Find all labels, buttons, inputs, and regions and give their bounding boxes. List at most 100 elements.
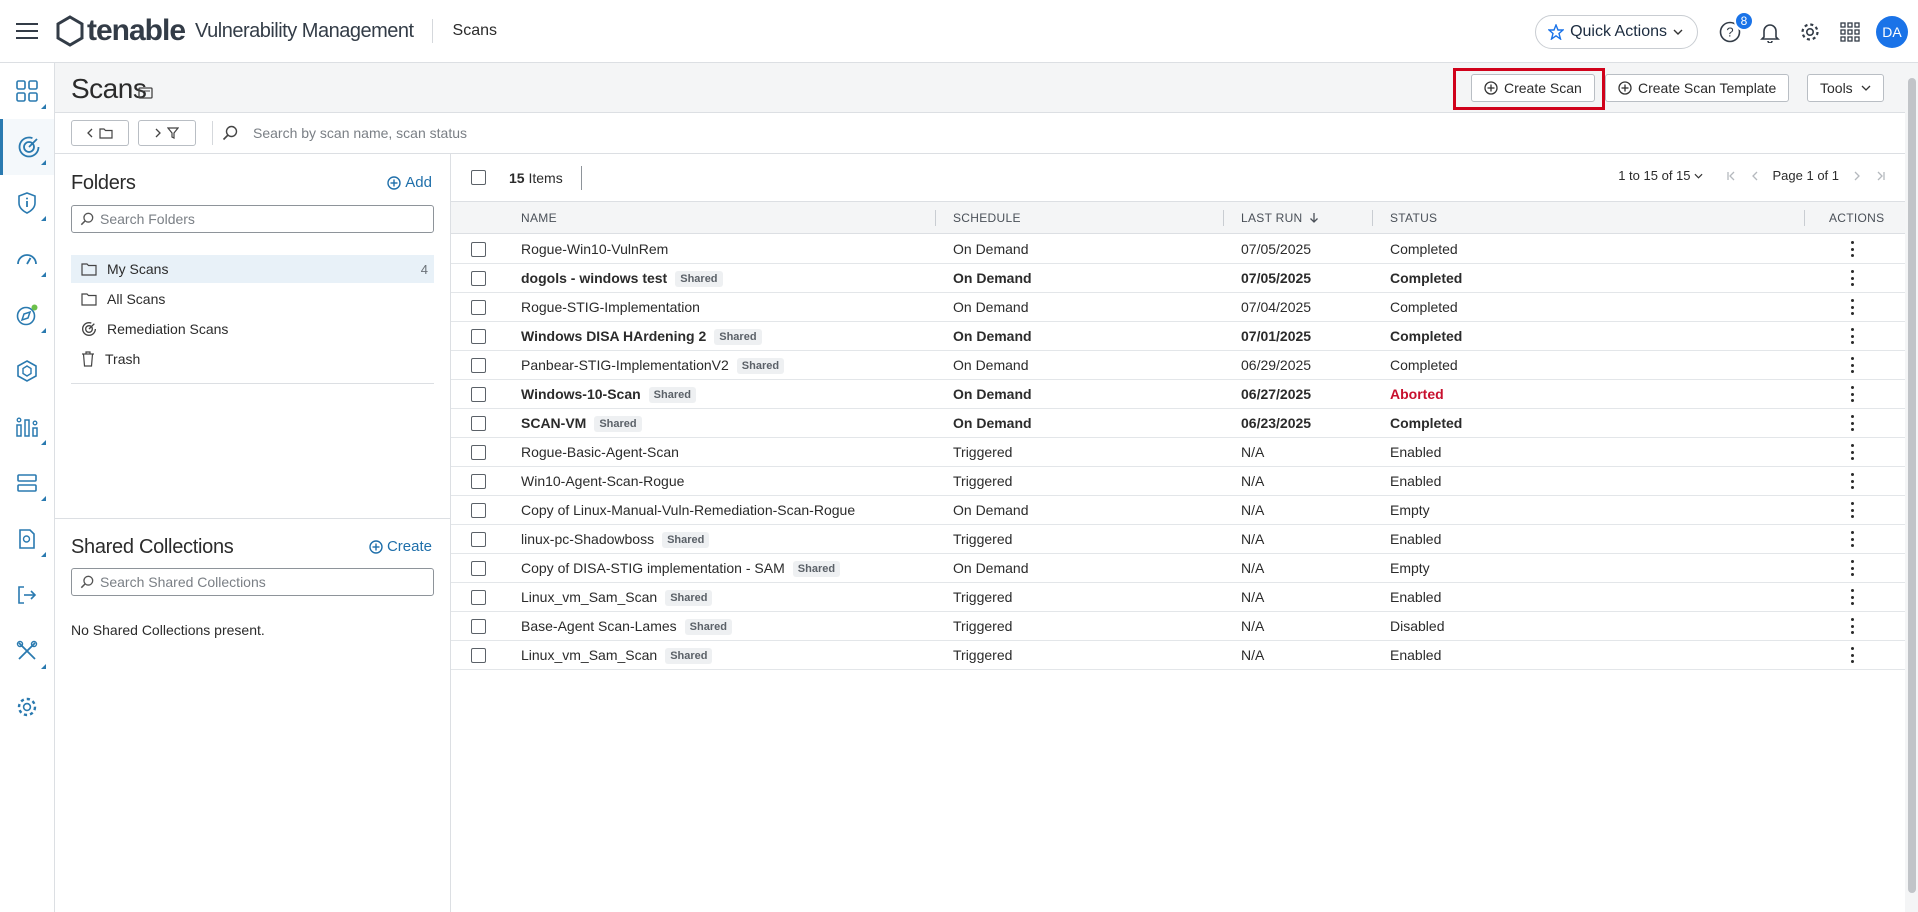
scan-name-cell[interactable]: Windows DISA HArdening 2 Shared — [521, 328, 762, 345]
row-actions-icon[interactable] — [1851, 328, 1855, 344]
row-checkbox[interactable] — [471, 648, 486, 663]
row-checkbox[interactable] — [471, 590, 486, 605]
row-actions-icon[interactable] — [1851, 618, 1855, 634]
create-scan-template-button[interactable]: Create Scan Template — [1605, 74, 1790, 102]
table-row[interactable]: linux-pc-Shadowboss Shared Triggered N/A Ena… — [451, 525, 1905, 554]
row-actions-icon[interactable] — [1851, 473, 1855, 489]
row-actions-icon[interactable] — [1851, 386, 1855, 402]
create-collection-button[interactable]: Create — [369, 538, 432, 555]
apps-button[interactable] — [1830, 0, 1870, 63]
row-checkbox[interactable] — [471, 532, 486, 547]
column-schedule[interactable]: SCHEDULE — [953, 211, 1021, 225]
row-checkbox[interactable] — [471, 271, 486, 286]
row-actions-icon[interactable] — [1851, 589, 1855, 605]
column-resize-handle[interactable] — [935, 210, 936, 226]
column-resize-handle[interactable] — [1372, 210, 1373, 226]
column-resize-handle[interactable] — [1223, 210, 1224, 226]
tenable-logo[interactable]: tenable Vulnerability Management — [54, 0, 414, 63]
nav-tools[interactable] — [0, 623, 54, 679]
row-actions-icon[interactable] — [1851, 415, 1855, 431]
tools-button[interactable]: Tools — [1807, 74, 1884, 102]
quick-actions-button[interactable]: Quick Actions — [1535, 14, 1698, 49]
row-actions-icon[interactable] — [1851, 647, 1855, 663]
user-avatar[interactable]: DA — [1876, 15, 1908, 48]
scan-name-cell[interactable]: Win10-Agent-Scan-Rogue — [521, 473, 684, 489]
row-actions-icon[interactable] — [1851, 270, 1855, 286]
scan-name-cell[interactable]: Rogue-Win10-VulnRem — [521, 241, 668, 257]
scan-search-input[interactable]: Search by scan name, scan status — [253, 125, 467, 141]
scan-name-cell[interactable]: Base-Agent Scan-Lames Shared — [521, 618, 732, 635]
scan-name-cell[interactable]: SCAN-VM Shared — [521, 415, 642, 432]
notifications-button[interactable] — [1750, 0, 1790, 63]
collection-search-input[interactable]: Search Shared Collections — [71, 568, 434, 596]
row-actions-icon[interactable] — [1851, 357, 1855, 373]
table-row[interactable]: dogols - windows test Shared On Demand 07/0… — [451, 264, 1905, 293]
column-last-run[interactable]: LAST RUN — [1241, 211, 1319, 225]
scan-name-cell[interactable]: Panbear-STIG-ImplementationV2 Shared — [521, 357, 785, 374]
row-actions-icon[interactable] — [1851, 444, 1855, 460]
row-actions-icon[interactable] — [1851, 560, 1855, 576]
last-page-icon[interactable] — [1875, 171, 1885, 181]
row-actions-icon[interactable] — [1851, 299, 1855, 315]
nav-scans[interactable] — [0, 119, 54, 175]
folder-all-scans[interactable]: All Scans — [71, 285, 434, 313]
first-page-icon[interactable] — [1726, 171, 1737, 181]
prev-page-icon[interactable] — [1751, 171, 1759, 181]
breadcrumb[interactable]: Scans — [453, 22, 497, 40]
pager-range[interactable]: 1 to 15 of 15 — [1618, 168, 1690, 183]
folder-remediation-scans[interactable]: Remediation Scans — [71, 315, 434, 343]
scan-name-cell[interactable]: dogols - windows test Shared — [521, 270, 723, 287]
nav-reports[interactable] — [0, 399, 54, 455]
table-row[interactable]: Rogue-Basic-Agent-Scan Triggered N/A Enable… — [451, 438, 1905, 467]
folder-info-icon[interactable] — [138, 86, 154, 100]
nav-export[interactable] — [0, 567, 54, 623]
scan-name-cell[interactable]: Rogue-STIG-Implementation — [521, 299, 700, 315]
settings-button[interactable] — [1790, 0, 1830, 63]
scan-name-cell[interactable]: Windows-10-Scan Shared — [521, 386, 696, 403]
nav-settings[interactable] — [0, 679, 54, 735]
scan-name-cell[interactable]: Rogue-Basic-Agent-Scan — [521, 444, 679, 460]
select-all-checkbox[interactable] — [471, 170, 486, 185]
row-checkbox[interactable] — [471, 474, 486, 489]
menu-icon[interactable] — [0, 0, 54, 63]
nav-document[interactable] — [0, 511, 54, 567]
row-checkbox[interactable] — [471, 387, 486, 402]
table-row[interactable]: Win10-Agent-Scan-Rogue Triggered N/A Enable… — [451, 467, 1905, 496]
row-checkbox[interactable] — [471, 329, 486, 344]
row-checkbox[interactable] — [471, 503, 486, 518]
table-row[interactable]: Rogue-STIG-Implementation On Demand 07/04/… — [451, 293, 1905, 322]
column-status[interactable]: STATUS — [1390, 211, 1437, 225]
row-checkbox[interactable] — [471, 242, 486, 257]
table-row[interactable]: Windows-10-Scan Shared On Demand 06/27/2025… — [451, 380, 1905, 409]
column-resize-handle[interactable] — [1804, 210, 1805, 226]
scan-name-cell[interactable]: Linux_vm_Sam_Scan Shared — [521, 589, 713, 606]
nav-explore[interactable] — [0, 287, 54, 343]
table-row[interactable]: Rogue-Win10-VulnRem On Demand 07/05/2025 Co… — [451, 235, 1905, 264]
folder-trash[interactable]: Trash — [71, 345, 434, 373]
table-row[interactable]: Copy of DISA-STIG implementation - SAM Sh… — [451, 554, 1905, 583]
scan-name-cell[interactable]: Copy of Linux-Manual-Vuln-Remediation-Sc… — [521, 502, 855, 518]
nav-findings[interactable] — [0, 175, 54, 231]
scan-name-cell[interactable]: linux-pc-Shadowboss Shared — [521, 531, 710, 548]
toggle-folders-button[interactable] — [71, 120, 129, 146]
row-actions-icon[interactable] — [1851, 241, 1855, 257]
row-checkbox[interactable] — [471, 416, 486, 431]
table-row[interactable]: Copy of Linux-Manual-Vuln-Remediation-Sc… — [451, 496, 1905, 525]
scan-name-cell[interactable]: Linux_vm_Sam_Scan Shared — [521, 647, 713, 664]
column-name[interactable]: NAME — [521, 211, 557, 225]
scan-name-cell[interactable]: Copy of DISA-STIG implementation - SAM Sh… — [521, 560, 841, 577]
help-button[interactable]: ? 8 — [1710, 0, 1754, 63]
row-checkbox[interactable] — [471, 358, 486, 373]
table-row[interactable]: Linux_vm_Sam_Scan Shared Triggered N/A Enabl… — [451, 641, 1905, 670]
nav-gauge[interactable] — [0, 231, 54, 287]
toggle-filters-button[interactable] — [138, 120, 196, 146]
row-actions-icon[interactable] — [1851, 531, 1855, 547]
nav-assets[interactable] — [0, 343, 54, 399]
table-row[interactable]: SCAN-VM Shared On Demand 06/23/2025 Complete… — [451, 409, 1905, 438]
table-row[interactable]: Base-Agent Scan-Lames Shared Triggered N/A D… — [451, 612, 1905, 641]
row-checkbox[interactable] — [471, 619, 486, 634]
nav-dashboard[interactable] — [0, 63, 54, 119]
nav-server[interactable] — [0, 455, 54, 511]
scrollbar-thumb[interactable] — [1908, 78, 1916, 893]
row-checkbox[interactable] — [471, 300, 486, 315]
